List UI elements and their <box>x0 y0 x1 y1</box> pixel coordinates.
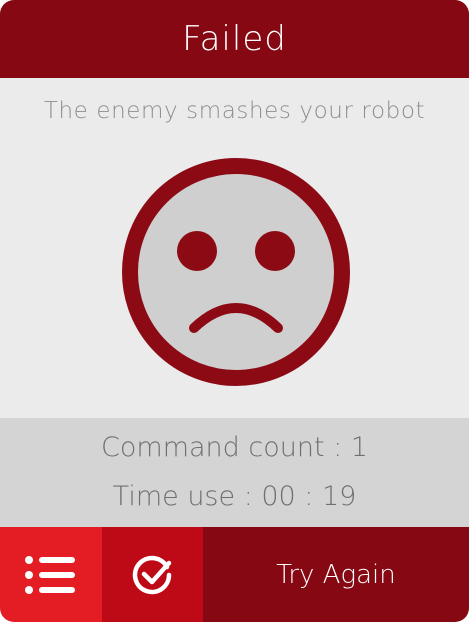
command-count-text: Command count : 1 <box>101 432 368 463</box>
level-list-button[interactable] <box>0 527 102 622</box>
time-use-text: Time use : 00 : 19 <box>112 481 357 512</box>
right-eye <box>255 231 295 271</box>
check-solution-button[interactable] <box>102 527 203 622</box>
failure-dialog: Failed The enemy smashes your robot Comm… <box>0 0 469 622</box>
check-circle-icon <box>102 527 203 622</box>
sad-face-icon <box>122 158 350 386</box>
dialog-header: Failed <box>0 0 469 78</box>
stats-panel: Command count : 1 Time use : 00 : 19 <box>0 418 469 527</box>
dialog-title: Failed <box>182 19 287 59</box>
try-again-button[interactable]: Try Again <box>203 527 469 622</box>
face-ring <box>122 158 350 386</box>
left-eye <box>177 231 217 271</box>
failure-message: The enemy smashes your robot <box>43 98 426 124</box>
action-bar: Try Again <box>0 527 469 622</box>
list-menu-icon <box>0 527 102 622</box>
